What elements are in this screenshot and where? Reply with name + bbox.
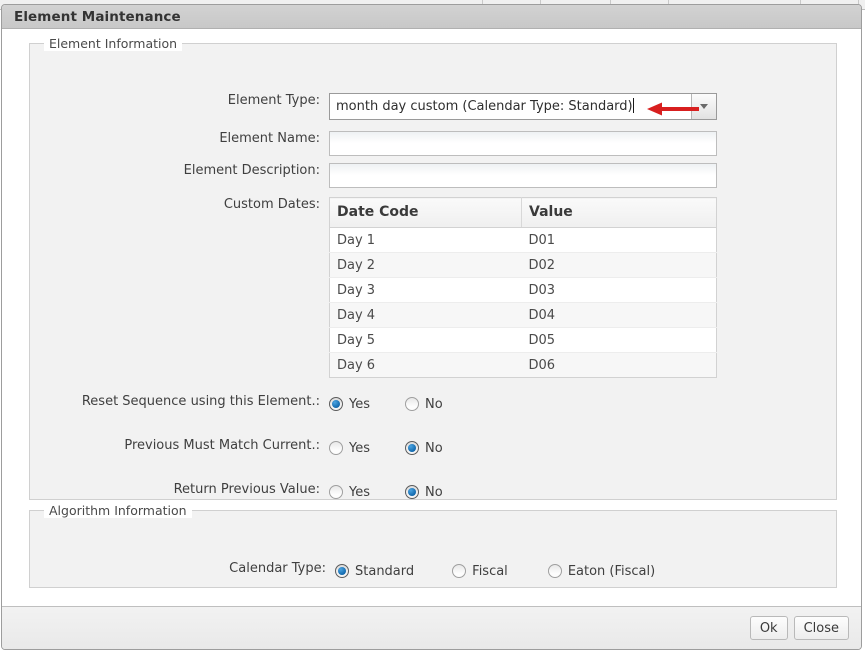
radio-option-label: Standard <box>355 563 415 579</box>
radio-option-label: No <box>425 484 443 500</box>
cell-date-code: Day 3 <box>329 277 522 303</box>
cell-value: D06 <box>521 352 717 378</box>
table-row[interactable]: Day 5 D05 <box>329 327 717 353</box>
element-type-label: Element Type: <box>227 93 320 108</box>
radio-option-label: No <box>425 440 443 456</box>
calendar-type-option-standard[interactable]: Standard <box>335 564 414 579</box>
calendar-type-option-fiscal[interactable]: Fiscal <box>452 564 508 579</box>
cell-value: D04 <box>521 302 717 328</box>
element-type-text: month day custom (Calendar Type: Standar… <box>336 99 633 114</box>
custom-dates-label: Custom Dates: <box>223 197 320 212</box>
previous-must-match-label: Previous Must Match Current.: <box>124 438 320 453</box>
column-header-value: Value <box>521 197 717 228</box>
dialog-title: Element Maintenance <box>14 8 181 25</box>
radio-icon[interactable] <box>335 564 349 578</box>
dialog-footer: Ok Close <box>2 606 861 649</box>
element-information-legend: Element Information <box>44 36 183 51</box>
return-previous-value-row: Return Previous Value: Yes No <box>29 482 443 502</box>
return-previous-value-radio-group[interactable]: Yes No <box>329 482 443 502</box>
table-row[interactable]: Day 4 D04 <box>329 302 717 328</box>
previous-must-match-option-yes[interactable]: Yes <box>329 441 370 456</box>
cell-date-code: Day 5 <box>329 327 522 353</box>
dialog-body: Element Information Element Type: month … <box>2 29 861 606</box>
element-name-row: Element Name: <box>29 131 717 156</box>
ok-button[interactable]: Ok <box>749 616 788 640</box>
radio-icon[interactable] <box>329 485 343 499</box>
radio-option-label: Fiscal <box>472 563 508 579</box>
table-row[interactable]: Day 1 D01 <box>329 227 717 253</box>
return-previous-value-option-yes[interactable]: Yes <box>329 485 370 500</box>
radio-icon[interactable] <box>452 564 467 578</box>
radio-icon[interactable] <box>405 397 419 411</box>
calendar-type-option-eaton-fiscal[interactable]: Eaton (Fiscal) <box>547 563 656 579</box>
previous-must-match-radio-group[interactable]: Yes No <box>329 438 443 458</box>
cell-date-code: Day 2 <box>329 252 522 278</box>
element-description-row: Element Description: <box>29 163 717 188</box>
cell-date-code: Day 4 <box>329 302 522 328</box>
element-type-dropdown-button[interactable] <box>691 94 716 119</box>
calendar-type-row: Calendar Type: Standard Fiscal Eaton (Fisc… <box>29 561 655 581</box>
element-type-row: Element Type: month day custom (Calendar… <box>29 93 717 120</box>
chevron-down-icon <box>700 104 708 109</box>
calendar-type-radio-group[interactable]: Standard Fiscal Eaton (Fiscal) <box>335 561 655 581</box>
reset-sequence-option-yes[interactable]: Yes <box>329 397 370 412</box>
calendar-type-label: Calendar Type: <box>229 561 326 576</box>
radio-option-label: No <box>425 396 443 412</box>
table-row[interactable]: Day 2 D02 <box>329 252 717 278</box>
close-button[interactable]: Close <box>793 616 849 640</box>
custom-dates-row: Custom Dates: Date Code Value Day 1 D01 Da… <box>29 197 717 378</box>
radio-option-label: Yes <box>349 484 370 500</box>
cell-value: D03 <box>521 277 717 303</box>
element-type-value[interactable]: month day custom (Calendar Type: Standar… <box>330 94 691 119</box>
table-row[interactable]: Day 3 D03 <box>329 277 717 303</box>
previous-must-match-row: Previous Must Match Current.: Yes No <box>29 438 443 458</box>
radio-option-label: Yes <box>349 440 370 456</box>
element-maintenance-dialog: Element Maintenance Element Information … <box>1 4 862 650</box>
element-description-label: Element Description: <box>183 163 320 178</box>
text-cursor <box>632 98 634 113</box>
column-header-date-code: Date Code <box>329 197 522 228</box>
reset-sequence-label: Reset Sequence using this Element.: <box>81 394 320 409</box>
radio-option-label: Eaton (Fiscal) <box>567 563 656 579</box>
element-description-input[interactable] <box>329 163 717 188</box>
return-previous-value-option-no[interactable]: No <box>405 485 443 500</box>
dialog-titlebar: Element Maintenance <box>2 5 861 29</box>
radio-option-label: Yes <box>349 396 370 412</box>
radio-icon[interactable] <box>329 397 343 411</box>
reset-sequence-row: Reset Sequence using this Element.: Yes N… <box>29 394 443 414</box>
element-type-combobox[interactable]: month day custom (Calendar Type: Standar… <box>329 93 717 120</box>
previous-must-match-option-no[interactable]: No <box>405 441 443 456</box>
radio-icon[interactable] <box>405 441 419 455</box>
custom-dates-table[interactable]: Date Code Value Day 1 D01 Day 2 D02 Day 3 D03… <box>329 197 717 378</box>
algorithm-information-legend: Algorithm Information <box>44 503 192 518</box>
cell-date-code: Day 1 <box>329 227 522 253</box>
element-name-input[interactable] <box>329 131 717 156</box>
cell-value: D05 <box>521 327 717 353</box>
return-previous-value-label: Return Previous Value: <box>173 482 320 497</box>
table-row[interactable]: Day 6 D06 <box>329 352 717 378</box>
cell-value: D01 <box>521 227 717 253</box>
cell-date-code: Day 6 <box>329 352 522 378</box>
reset-sequence-option-no[interactable]: No <box>405 397 443 412</box>
table-header-row: Date Code Value <box>329 197 717 228</box>
element-name-label: Element Name: <box>219 131 320 146</box>
reset-sequence-radio-group[interactable]: Yes No <box>329 394 443 414</box>
cell-value: D02 <box>521 252 717 278</box>
radio-icon[interactable] <box>329 441 343 455</box>
radio-icon[interactable] <box>405 485 419 499</box>
radio-icon[interactable] <box>547 564 562 578</box>
